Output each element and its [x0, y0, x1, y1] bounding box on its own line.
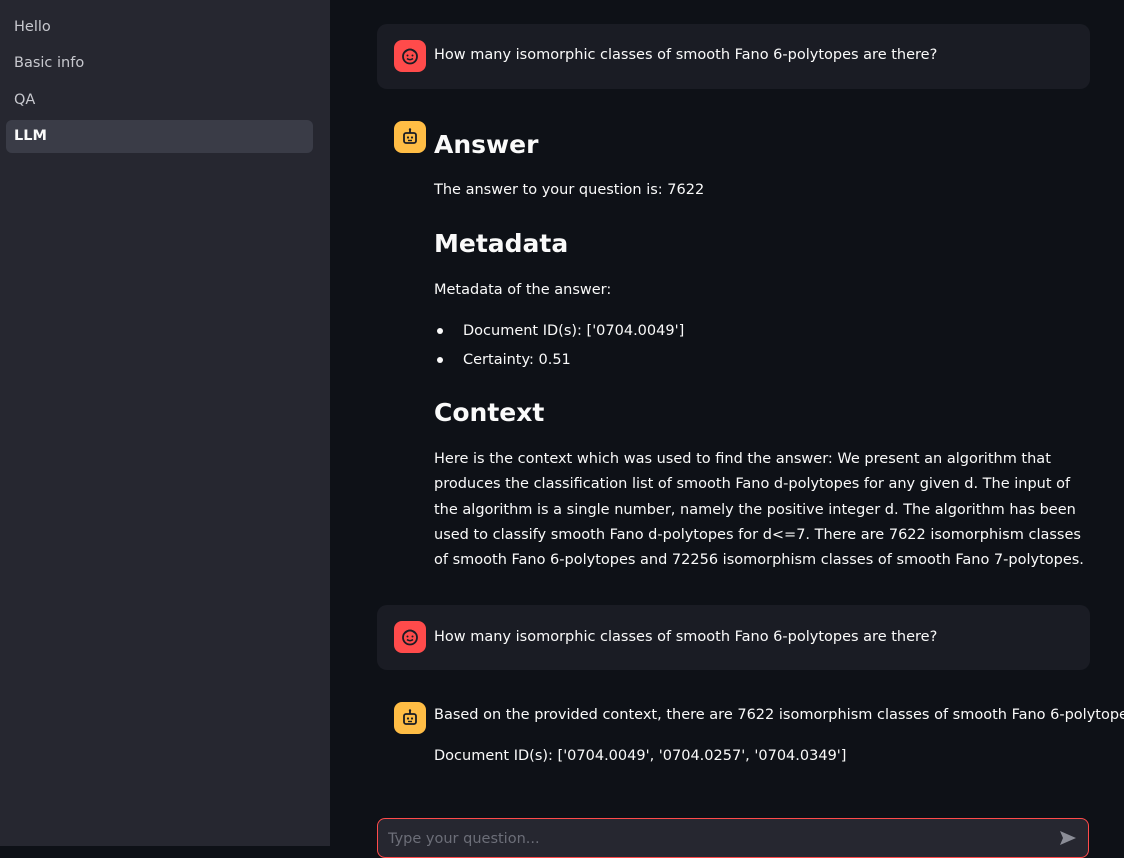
metadata-item-certainty: Certainty: 0.51	[434, 352, 571, 368]
user-message-2: How many isomorphic classes of smooth Fa…	[377, 605, 1090, 670]
context-text: Here is the context which was used to fi…	[434, 451, 1084, 569]
user-message-1: How many isomorphic classes of smooth Fa…	[377, 24, 1090, 89]
answer-heading: Answer	[434, 130, 539, 159]
metadata-item-doc-ids: Document ID(s): ['0704.0049']	[434, 323, 684, 339]
metadata-intro: Metadata of the answer:	[434, 282, 612, 298]
answer-text: The answer to your question is: 7622	[434, 182, 705, 198]
smiley-face-icon	[394, 40, 426, 72]
user-message-text: How many isomorphic classes of smooth Fa…	[434, 629, 938, 645]
reply-doc-ids: Document ID(s): ['0704.0049', '0704.0257…	[434, 748, 847, 764]
chat-area: How many isomorphic classes of smooth Fa…	[330, 0, 1124, 858]
sidebar-item-qa[interactable]: QA	[6, 84, 313, 117]
user-message-text: How many isomorphic classes of smooth Fa…	[434, 47, 938, 63]
robot-icon	[394, 121, 426, 153]
reply-text: Based on the provided context, there are…	[434, 707, 1124, 723]
smiley-face-icon	[394, 621, 426, 653]
bullet-dot	[437, 328, 443, 334]
sidebar-item-hello[interactable]: Hello	[6, 11, 313, 44]
robot-icon	[394, 702, 426, 734]
sidebar-item-llm[interactable]: LLM	[6, 120, 313, 153]
metadata-heading: Metadata	[434, 229, 569, 258]
chat-input-container	[377, 818, 1089, 858]
chat-input[interactable]	[386, 827, 1050, 851]
context-heading: Context	[434, 398, 545, 427]
sidebar-item-basic-info[interactable]: Basic info	[6, 47, 313, 80]
send-arrow-icon[interactable]	[1058, 828, 1078, 848]
bullet-dot	[437, 357, 443, 363]
sidebar: Hello Basic info QA LLM	[0, 0, 330, 846]
